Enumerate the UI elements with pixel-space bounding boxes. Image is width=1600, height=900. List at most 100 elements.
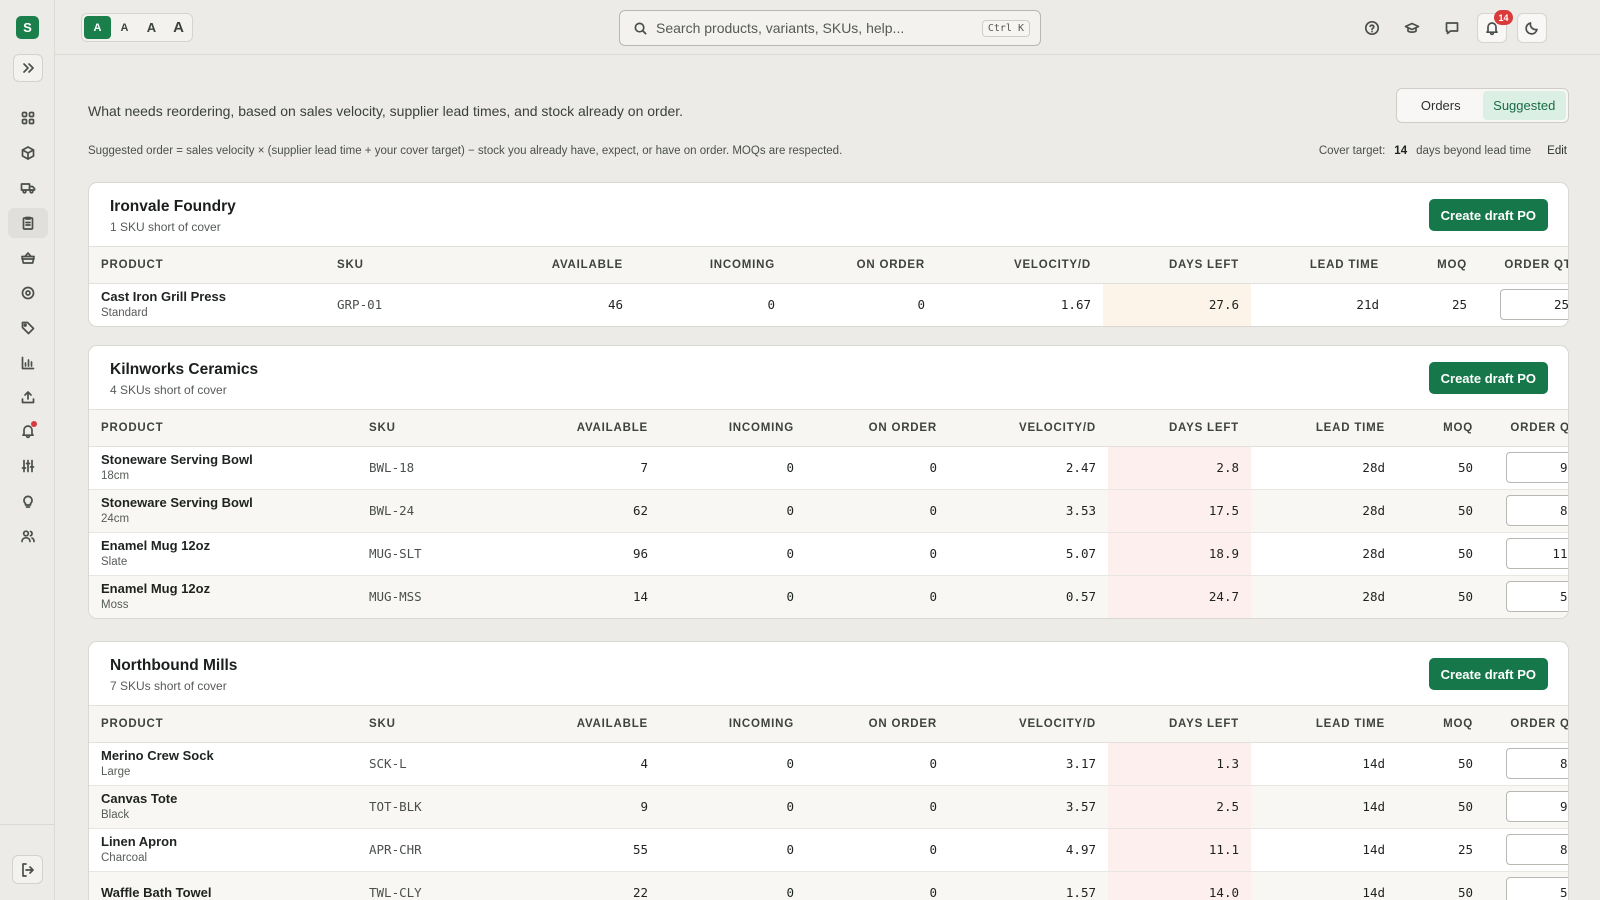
font-size-l-button[interactable]: A <box>165 16 192 39</box>
cover-target-label: Cover target: <box>1318 145 1386 157</box>
column-header[interactable]: AVAILABLE <box>527 706 660 742</box>
app-logo[interactable]: S <box>16 16 39 39</box>
column-header[interactable]: LEAD TIME <box>1251 706 1397 742</box>
order-qty-input[interactable] <box>1506 495 1568 526</box>
column-header[interactable]: PRODUCT <box>89 247 325 283</box>
order-qty-input[interactable] <box>1506 834 1568 865</box>
help-button[interactable] <box>1357 13 1387 43</box>
order-qty-input[interactable] <box>1506 877 1568 900</box>
search-input[interactable] <box>656 20 966 36</box>
order-qty-input[interactable] <box>1506 791 1568 822</box>
search-bar[interactable]: Ctrl K <box>619 10 1041 46</box>
sidebar-item-purchase-orders[interactable] <box>8 208 48 238</box>
column-header[interactable]: INCOMING <box>660 410 806 446</box>
column-header[interactable]: PRODUCT <box>89 410 357 446</box>
logout-button[interactable] <box>12 855 43 884</box>
order-qty-input[interactable] <box>1506 581 1568 613</box>
messages-button[interactable] <box>1437 13 1467 43</box>
moq-cell: 50 <box>1457 799 1473 814</box>
product-name[interactable]: Enamel Mug 12oz <box>101 581 345 597</box>
column-header[interactable]: LEAD TIME <box>1251 247 1391 283</box>
column-header[interactable]: DAYS LEFT <box>1103 247 1251 283</box>
font-size-m-button[interactable]: A <box>138 16 165 39</box>
incoming-cell: 0 <box>786 546 794 561</box>
on-order-cell: 0 <box>929 842 937 857</box>
column-header[interactable]: VELOCITY/D <box>949 706 1108 742</box>
sidebar-item-alerts[interactable] <box>8 416 48 446</box>
supplier-header: Northbound Mills 7 SKUs short of cover C… <box>89 642 1568 706</box>
column-header[interactable]: LEAD TIME <box>1251 410 1397 446</box>
column-header[interactable]: ORDER QTY <box>1485 706 1568 742</box>
expand-sidebar-button[interactable] <box>13 54 43 82</box>
tab-suggested[interactable]: Suggested <box>1482 91 1566 120</box>
tab-orders[interactable]: Orders <box>1399 91 1483 120</box>
days-left-cell: 17.5 <box>1108 489 1251 532</box>
font-size-s-button[interactable]: A <box>111 16 138 39</box>
create-draft-po-button[interactable]: Create draft PO <box>1428 199 1548 231</box>
column-header[interactable]: MOQ <box>1391 247 1479 283</box>
column-header[interactable]: INCOMING <box>660 706 806 742</box>
product-name[interactable]: Cast Iron Grill Press <box>101 289 313 305</box>
product-name[interactable]: Waffle Bath Towel <box>101 885 345 900</box>
sidebar-item-imports[interactable] <box>8 382 48 412</box>
product-name[interactable]: Stoneware Serving Bowl <box>101 452 345 468</box>
velocity-cell: 1.67 <box>1060 297 1091 313</box>
learn-button[interactable] <box>1397 13 1427 43</box>
product-name[interactable]: Canvas Tote <box>101 791 345 807</box>
column-header[interactable]: MOQ <box>1397 410 1485 446</box>
column-header[interactable]: ON ORDER <box>806 706 949 742</box>
column-header[interactable]: SKU <box>357 410 527 446</box>
create-draft-po-button[interactable]: Create draft PO <box>1428 658 1548 690</box>
product-name[interactable]: Stoneware Serving Bowl <box>101 495 345 511</box>
grid-icon <box>21 111 35 125</box>
sidebar-item-locations[interactable] <box>8 278 48 308</box>
column-header[interactable]: SKU <box>357 706 527 742</box>
column-header[interactable]: PRODUCT <box>89 706 357 742</box>
column-header[interactable]: ORDER QTY <box>1479 247 1568 283</box>
sidebar-item-shipments[interactable] <box>8 173 48 203</box>
font-size-xs-button[interactable]: A <box>84 16 111 39</box>
sidebar-item-team[interactable] <box>8 521 48 551</box>
create-draft-po-button[interactable]: Create draft PO <box>1428 362 1548 394</box>
box-icon <box>21 146 35 160</box>
product-name[interactable]: Merino Crew Sock <box>101 748 345 764</box>
column-header[interactable]: DAYS LEFT <box>1108 410 1251 446</box>
formula-note: Suggested order = sales velocity × (supp… <box>88 145 843 157</box>
sidebar-item-orders[interactable] <box>8 243 48 273</box>
order-qty-input[interactable] <box>1500 289 1568 321</box>
order-qty-input[interactable] <box>1506 538 1568 569</box>
moq-cell: 50 <box>1457 460 1473 475</box>
column-header[interactable]: MOQ <box>1397 706 1485 742</box>
column-header[interactable]: ON ORDER <box>787 247 937 283</box>
sidebar-item-pricing[interactable] <box>8 313 48 343</box>
column-header[interactable]: INCOMING <box>635 247 787 283</box>
sidebar-item-reports[interactable] <box>8 348 48 378</box>
column-header[interactable]: VELOCITY/D <box>937 247 1103 283</box>
edit-cover-target-link[interactable]: Edit <box>1547 145 1567 157</box>
sidebar-item-settings[interactable] <box>8 451 48 481</box>
sidebar-item-dashboard[interactable] <box>8 103 48 133</box>
lead-time-cell: 14d <box>1362 842 1385 857</box>
basket-icon <box>21 252 35 264</box>
order-qty-input[interactable] <box>1506 452 1568 483</box>
product-name[interactable]: Linen Apron <box>101 834 345 850</box>
sidebar-item-insights[interactable] <box>8 486 48 516</box>
available-cell: 55 <box>632 842 648 857</box>
column-header[interactable]: VELOCITY/D <box>949 410 1108 446</box>
notifications-button[interactable]: 14 <box>1477 10 1513 43</box>
upload-icon <box>21 391 35 404</box>
velocity-cell: 4.97 <box>1065 842 1096 857</box>
product-variant: 18cm <box>101 469 130 482</box>
column-header[interactable]: AVAILABLE <box>527 410 660 446</box>
column-header[interactable]: AVAILABLE <box>515 247 635 283</box>
product-name[interactable]: Enamel Mug 12oz <box>101 538 345 554</box>
column-header[interactable]: DAYS LEFT <box>1108 706 1251 742</box>
velocity-cell: 0.57 <box>1065 589 1096 605</box>
column-header[interactable]: ON ORDER <box>806 410 949 446</box>
column-header[interactable]: SKU <box>325 247 515 283</box>
dark-mode-toggle[interactable] <box>1517 13 1547 43</box>
order-qty-input[interactable] <box>1506 748 1568 779</box>
sidebar-item-products[interactable] <box>8 138 48 168</box>
column-header[interactable]: ORDER QTY <box>1485 410 1568 446</box>
on-order-cell: 0 <box>929 503 937 518</box>
